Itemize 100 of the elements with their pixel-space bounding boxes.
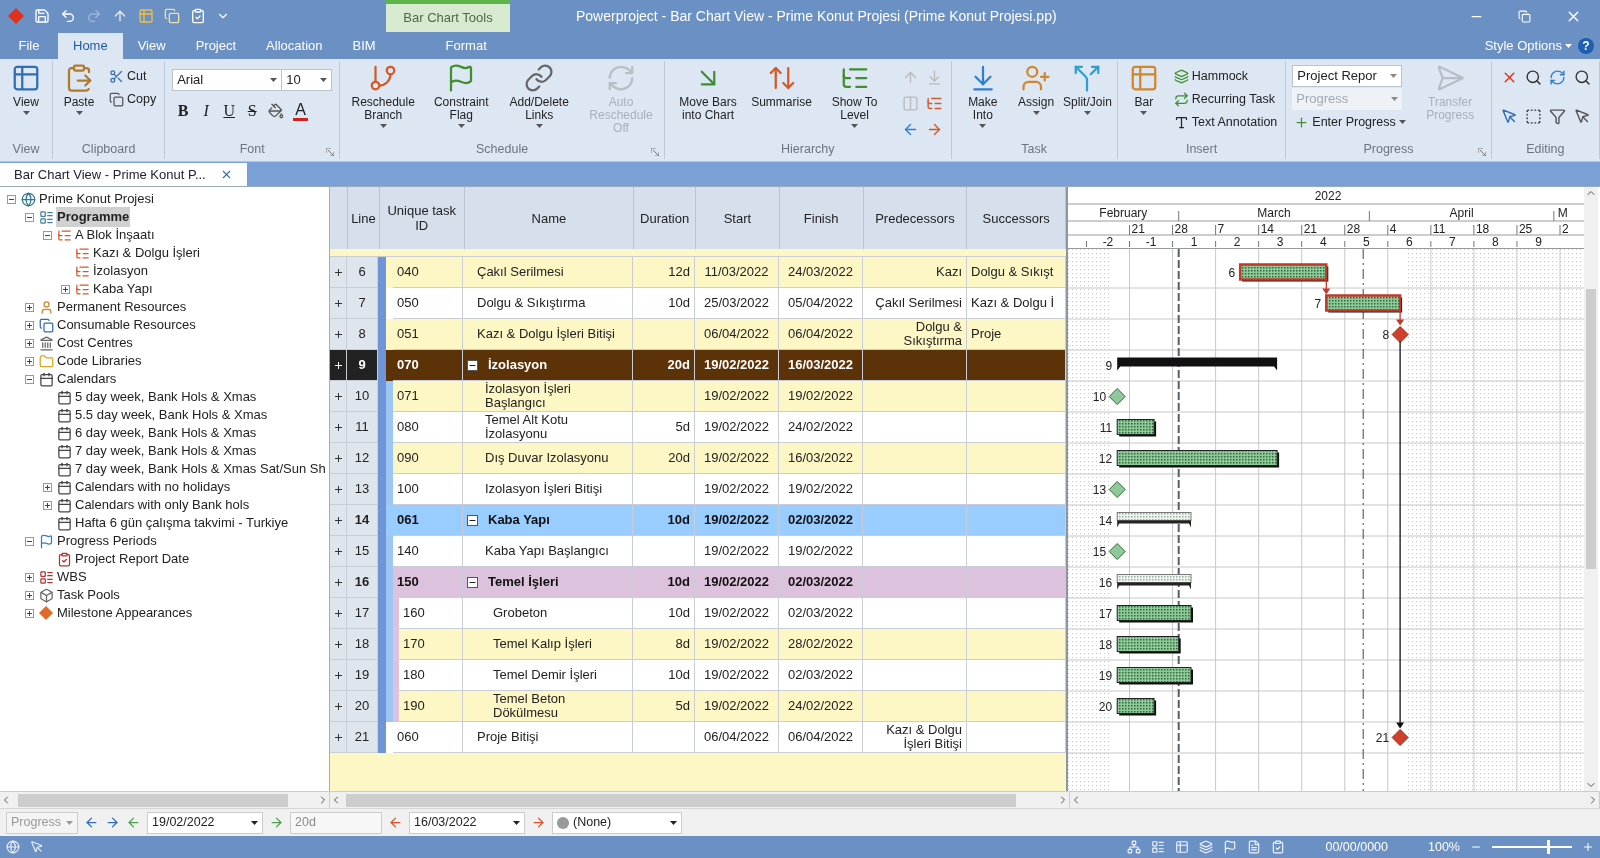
ribbon-tab[interactable]: Home	[58, 33, 123, 59]
font-style-button[interactable]: U	[222, 99, 237, 123]
ribbon-small-button[interactable]: Copy	[107, 88, 159, 110]
ribbon-small-button[interactable]: Enter Progress	[1292, 111, 1408, 133]
row-expand-icon[interactable]	[334, 702, 342, 710]
collapse-icon[interactable]	[24, 212, 34, 222]
arrow-right-icon[interactable]	[105, 815, 120, 830]
task-bar[interactable]	[1116, 449, 1280, 468]
expand-icon[interactable]	[24, 320, 34, 330]
summary-bracket-bar[interactable]	[1116, 573, 1192, 590]
collapse-icon[interactable]	[467, 514, 478, 526]
tree-item[interactable]: Calendars with no holidays	[74, 477, 232, 497]
milestone-diamond[interactable]	[1108, 480, 1126, 498]
font-family-combo[interactable]: Arial	[172, 69, 283, 91]
toolbar-icon[interactable]	[1524, 108, 1542, 125]
row-header-cell[interactable]	[330, 257, 348, 288]
milestone-diamond[interactable]	[1391, 728, 1409, 746]
toolbar-icon[interactable]	[1573, 108, 1591, 125]
view-mode-icon[interactable]	[1271, 840, 1286, 854]
undo-icon[interactable]	[60, 8, 76, 24]
expand-icon[interactable]	[24, 356, 34, 366]
tree-item[interactable]: Kazı & Dolgu İşleri	[92, 243, 201, 263]
toolbar-icon[interactable]	[1573, 69, 1591, 86]
row-expand-icon[interactable]	[334, 485, 342, 493]
row-expand-icon[interactable]	[334, 547, 342, 555]
ribbon-button[interactable]: Bar	[1120, 61, 1167, 137]
task-bar[interactable]	[1116, 418, 1157, 437]
restore-icon[interactable]	[1518, 9, 1531, 23]
zoom-slider-track[interactable]	[1492, 840, 1572, 854]
tree-item[interactable]: 7 day week, Bank Hols & Xmas Sat/Sun Sh	[74, 459, 327, 479]
milestone-diamond[interactable]	[1108, 542, 1126, 560]
tree-item[interactable]: 6 day week, Bank Hols & Xmas	[74, 423, 258, 443]
toolbar-icon[interactable]	[1524, 69, 1542, 86]
tree-item[interactable]: 5 day week, Bank Hols & Xmas	[74, 387, 258, 407]
font-size-combo[interactable]: 10	[282, 69, 333, 91]
view-mode-icon[interactable]	[1127, 840, 1142, 854]
row-expand-icon[interactable]	[334, 516, 342, 524]
font-color-button[interactable]: A	[293, 101, 308, 121]
bar-style-combo[interactable]: (None)	[552, 811, 682, 834]
view-mode-icon[interactable]	[1151, 840, 1166, 854]
row-expand-icon[interactable]	[334, 671, 342, 679]
expand-icon[interactable]	[42, 482, 52, 492]
ribbon-small-button[interactable]: Cut	[107, 65, 159, 87]
row-header-cell[interactable]	[330, 443, 348, 474]
view-mode-icon[interactable]	[1247, 840, 1262, 854]
expand-icon[interactable]	[24, 338, 34, 348]
row-expand-icon[interactable]	[334, 578, 342, 586]
tree-item[interactable]: Kaba Yapı	[92, 279, 154, 299]
ribbon-button[interactable]: Add/Delete Links	[499, 61, 579, 137]
ribbon-button[interactable]: Paste	[56, 61, 102, 137]
tree-item[interactable]: A Blok İnşaatı	[74, 225, 156, 245]
tree-item[interactable]: WBS	[56, 567, 88, 587]
row-expand-icon[interactable]	[334, 423, 342, 431]
expand-icon[interactable]	[24, 302, 34, 312]
row-expand-icon[interactable]	[334, 392, 342, 400]
tree-item[interactable]: Task Pools	[56, 585, 121, 605]
font-style-button[interactable]: S	[245, 99, 260, 123]
ribbon-button[interactable]: View	[3, 61, 49, 137]
milestone-diamond[interactable]	[1391, 325, 1409, 343]
row-expand-icon[interactable]	[334, 454, 342, 462]
row-expand-icon[interactable]	[334, 299, 342, 307]
tree-item[interactable]: Milestone Appearances	[56, 603, 194, 623]
collapse-icon[interactable]	[6, 194, 16, 204]
tree-item[interactable]: Progress Periods	[56, 531, 158, 551]
row-expand-icon[interactable]	[334, 609, 342, 617]
tree-item[interactable]: Programme	[56, 207, 131, 227]
tree-item[interactable]: Hafta 6 gün çalışma takvimi - Turkiye	[74, 513, 290, 533]
ribbon-button[interactable]: Split/Join	[1061, 61, 1114, 137]
collapse-icon[interactable]	[467, 576, 478, 588]
view-mode-icon[interactable]	[1175, 840, 1190, 854]
ribbon-button[interactable]: Move Bars into Chart	[668, 61, 748, 137]
row-expand-icon[interactable]	[334, 268, 342, 276]
tree-item[interactable]: Prime Konut Projesi	[38, 189, 155, 209]
dialog-launcher-icon[interactable]	[651, 148, 659, 156]
fill-color-icon[interactable]	[268, 103, 285, 119]
ribbon-button[interactable]: Constraint Flag	[425, 61, 498, 137]
tree-item[interactable]: Code Libraries	[56, 351, 143, 371]
save-icon[interactable]	[34, 8, 50, 24]
row-expand-icon[interactable]	[334, 733, 342, 741]
finish-date-field[interactable]: 16/03/2022	[409, 811, 525, 834]
font-style-button[interactable]: I	[199, 99, 214, 123]
network-icon[interactable]	[6, 840, 20, 854]
toolbar-icon[interactable]	[1549, 108, 1567, 125]
row-header-cell[interactable]	[330, 691, 348, 722]
tree-item[interactable]: Calendars	[56, 369, 118, 389]
collapse-icon[interactable]	[467, 359, 478, 371]
tree-item[interactable]: Cost Centres	[56, 333, 134, 353]
row-expand-icon[interactable]	[334, 330, 342, 338]
ribbon-combo[interactable]: Project Repor	[1292, 65, 1403, 87]
collapse-icon[interactable]	[42, 230, 52, 240]
ribbon-button[interactable]: Show To Level	[815, 61, 895, 137]
view-mode-icon[interactable]	[1223, 840, 1238, 854]
row-header-cell[interactable]	[330, 381, 348, 412]
expand-icon[interactable]	[24, 572, 34, 582]
row-header-cell[interactable]	[330, 629, 348, 660]
tree-item[interactable]: 7 day week, Bank Hols & Xmas	[74, 441, 258, 461]
zoom-slider-thumb[interactable]	[1547, 840, 1551, 854]
tree-item[interactable]: Permanent Resources	[56, 297, 188, 317]
help-button[interactable]: ?	[1578, 38, 1594, 54]
scrollbar-thumb[interactable]	[1586, 289, 1596, 569]
